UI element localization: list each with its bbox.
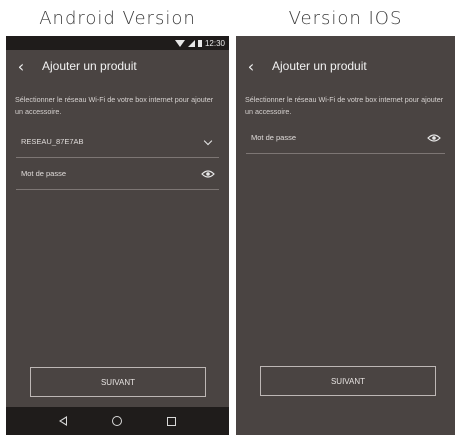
password-placeholder: Mot de passe bbox=[21, 169, 67, 178]
instructions-text: Sélectionner le réseau Wi-Fi de votre bo… bbox=[15, 95, 214, 116]
back-chevron-icon[interactable]: ‹ bbox=[236, 57, 266, 76]
ios-caption: Version IOS bbox=[288, 8, 403, 29]
back-chevron-icon[interactable]: ‹ bbox=[6, 57, 36, 76]
network-value: RESEAU_87E7AB bbox=[21, 137, 84, 146]
network-select[interactable]: RESEAU_87E7AB bbox=[16, 126, 219, 158]
eye-icon[interactable] bbox=[201, 169, 215, 179]
ios-screen: ‹ Ajouter un produit Sélectionner le rés… bbox=[236, 36, 455, 435]
status-time: 12:30 bbox=[204, 38, 225, 48]
password-field[interactable]: Mot de passe bbox=[246, 122, 445, 154]
battery-icon bbox=[197, 39, 202, 47]
page-title: Ajouter un produit bbox=[42, 59, 137, 73]
android-screen: 12:30 ‹ Ajouter un produit Sélectionner … bbox=[6, 36, 229, 435]
wifi-icon bbox=[174, 39, 185, 47]
android-caption: Android Version bbox=[39, 8, 196, 29]
status-bar: 12:30 bbox=[6, 36, 229, 50]
next-button[interactable]: SUIVANT bbox=[260, 366, 436, 396]
password-placeholder: Mot de passe bbox=[251, 133, 297, 142]
signal-icon bbox=[187, 39, 195, 47]
nav-recent-icon[interactable] bbox=[167, 416, 177, 426]
instructions-text: Sélectionner le réseau Wi-Fi de votre bo… bbox=[245, 95, 444, 116]
chevron-down-icon bbox=[203, 136, 213, 145]
eye-icon[interactable] bbox=[427, 133, 441, 143]
app-bar: ‹ Ajouter un produit bbox=[236, 50, 455, 82]
nav-home-icon[interactable] bbox=[111, 416, 122, 426]
app-bar: ‹ Ajouter un produit bbox=[6, 50, 229, 82]
password-field[interactable]: Mot de passe bbox=[16, 158, 219, 190]
next-button[interactable]: SUIVANT bbox=[30, 367, 206, 397]
page-title: Ajouter un produit bbox=[272, 59, 367, 73]
android-nav-bar bbox=[6, 407, 229, 435]
nav-back-icon[interactable] bbox=[58, 416, 67, 426]
